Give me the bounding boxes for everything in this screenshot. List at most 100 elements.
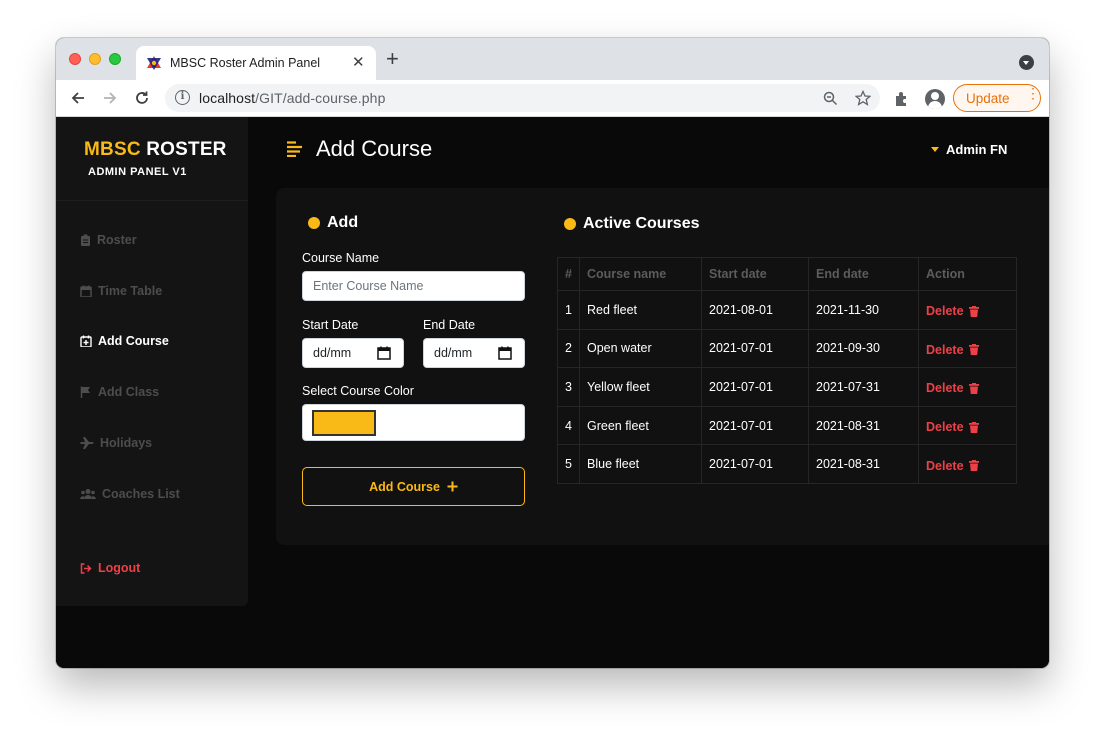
bullet-dot-icon xyxy=(308,217,320,229)
bullet-dot-icon xyxy=(564,218,576,230)
sign-out-icon xyxy=(80,562,92,574)
sidebar-item-add-course[interactable]: Add Course xyxy=(80,332,169,350)
sidebar-item-label: Add Class xyxy=(98,385,160,399)
cell-number: 5 xyxy=(557,444,580,484)
cell-number: 4 xyxy=(557,405,580,446)
end-date-input[interactable]: dd/mm xyxy=(423,338,525,368)
column-header: Action xyxy=(918,257,1017,291)
delete-button[interactable]: Delete xyxy=(926,301,979,318)
color-label: Select Course Color xyxy=(302,384,414,398)
zoom-icon[interactable] xyxy=(823,91,838,106)
flag-icon xyxy=(80,386,90,398)
sidebar-item-label: Roster xyxy=(97,233,137,247)
sidebar-item-coaches-list[interactable]: Coaches List xyxy=(80,485,180,503)
trash-icon xyxy=(968,460,979,472)
update-button[interactable]: Update ⋮ xyxy=(953,84,1041,112)
user-menu[interactable]: Admin FN xyxy=(931,142,1007,157)
cell-start-date: 2021-08-01 xyxy=(701,290,809,330)
cell-course-name: Blue fleet xyxy=(579,444,702,484)
cell-action: Delete xyxy=(918,444,1017,484)
bookmark-star-icon[interactable] xyxy=(855,90,871,106)
users-icon xyxy=(80,489,96,499)
new-tab-button[interactable]: + xyxy=(386,48,399,70)
profile-avatar-icon[interactable] xyxy=(925,89,945,109)
table-row: 4 Green fleet 2021-07-01 2021-08-31 Dele… xyxy=(557,405,1017,446)
browser-window: MBSC Roster Admin Panel ✕ + i localhost/… xyxy=(56,38,1049,668)
column-header: # xyxy=(557,257,580,291)
forward-icon[interactable] xyxy=(99,87,121,109)
tab-search-icon[interactable] xyxy=(1019,55,1034,70)
cell-number: 1 xyxy=(557,290,580,330)
cell-course-name: Yellow fleet xyxy=(579,367,702,407)
table-row: 1 Red fleet 2021-08-01 2021-11-30 Delete xyxy=(557,290,1017,330)
sidebar-item-add-class[interactable]: Add Class xyxy=(80,383,159,401)
browser-tab[interactable]: MBSC Roster Admin Panel ✕ xyxy=(136,46,376,80)
course-name-label: Course Name xyxy=(302,251,380,265)
active-courses-heading: Active Courses xyxy=(564,215,700,233)
column-header: End date xyxy=(808,257,919,291)
minimize-window-button[interactable] xyxy=(89,53,101,65)
maximize-window-button[interactable] xyxy=(109,53,121,65)
calendar-icon xyxy=(80,285,92,297)
calendar-picker-icon[interactable] xyxy=(377,346,391,360)
table-row: 5 Blue fleet 2021-07-01 2021-08-31 Delet… xyxy=(557,444,1017,484)
sidebar-item-time-table[interactable]: Time Table xyxy=(80,282,162,300)
delete-button[interactable]: Delete xyxy=(926,456,979,473)
cell-start-date: 2021-07-01 xyxy=(701,444,809,484)
brand-subtitle: ADMIN PANEL V1 xyxy=(88,166,187,178)
plus-icon xyxy=(447,481,458,492)
site-info-icon[interactable]: i xyxy=(175,90,190,105)
reload-icon[interactable] xyxy=(131,87,153,109)
trash-icon xyxy=(968,344,979,356)
delete-button[interactable]: Delete xyxy=(926,378,979,395)
courses-table: # Course name Start date End date Action… xyxy=(557,257,1017,484)
cell-action: Delete xyxy=(918,367,1017,407)
cell-action: Delete xyxy=(918,290,1017,330)
cell-course-name: Open water xyxy=(579,328,702,369)
cell-course-name: Red fleet xyxy=(579,290,702,330)
start-date-input[interactable]: dd/mm xyxy=(302,338,404,368)
delete-button[interactable]: Delete xyxy=(926,340,979,357)
end-date-label: End Date xyxy=(423,318,476,332)
cell-start-date: 2021-07-01 xyxy=(701,367,809,407)
sidebar-item-label: Holidays xyxy=(100,436,153,450)
tab-bar: MBSC Roster Admin Panel ✕ + xyxy=(56,38,1049,80)
back-icon[interactable] xyxy=(67,87,89,109)
trash-icon xyxy=(968,421,979,433)
table-row: 3 Yellow fleet 2021-07-01 2021-07-31 Del… xyxy=(557,367,1017,407)
close-tab-icon[interactable]: ✕ xyxy=(352,53,365,71)
favicon-icon xyxy=(147,56,161,70)
calendar-picker-icon[interactable] xyxy=(498,346,512,360)
course-color-input[interactable] xyxy=(302,404,525,441)
cell-end-date: 2021-07-31 xyxy=(808,367,919,407)
sidebar-item-roster[interactable]: Roster xyxy=(80,231,137,249)
sidebar: MBSC ROSTER ADMIN PANEL V1 Roster Time T… xyxy=(56,117,248,606)
color-swatch xyxy=(312,410,376,436)
plane-icon xyxy=(80,437,94,449)
browser-toolbar: i localhost/GIT/add-course.php Update ⋮ xyxy=(56,80,1049,117)
tab-title: MBSC Roster Admin Panel xyxy=(170,56,321,70)
cell-start-date: 2021-07-01 xyxy=(701,405,809,446)
admin-app: MBSC ROSTER ADMIN PANEL V1 Roster Time T… xyxy=(56,117,1049,668)
delete-button[interactable]: Delete xyxy=(926,417,979,434)
trash-icon xyxy=(968,382,979,394)
cell-end-date: 2021-08-31 xyxy=(808,444,919,484)
cell-course-name: Green fleet xyxy=(579,405,702,446)
column-header: Start date xyxy=(701,257,809,291)
sidebar-item-holidays[interactable]: Holidays xyxy=(80,434,152,452)
brand-logo[interactable]: MBSC ROSTER xyxy=(84,139,227,161)
extensions-icon[interactable] xyxy=(894,91,910,107)
cell-action: Delete xyxy=(918,405,1017,446)
cell-end-date: 2021-09-30 xyxy=(808,328,919,369)
trash-icon xyxy=(968,305,979,317)
address-bar[interactable]: i localhost/GIT/add-course.php xyxy=(165,84,880,112)
close-window-button[interactable] xyxy=(69,53,81,65)
logout-link[interactable]: Logout xyxy=(80,559,140,577)
more-menu-icon: ⋮ xyxy=(1026,85,1040,101)
cell-number: 2 xyxy=(557,328,580,369)
add-course-button[interactable]: Add Course xyxy=(302,467,525,506)
course-name-input[interactable]: Enter Course Name xyxy=(302,271,525,301)
menu-toggle-icon[interactable] xyxy=(286,141,303,157)
clipboard-icon xyxy=(81,234,90,246)
content-panel: Add Course Name Enter Course Name Start … xyxy=(276,188,1049,545)
